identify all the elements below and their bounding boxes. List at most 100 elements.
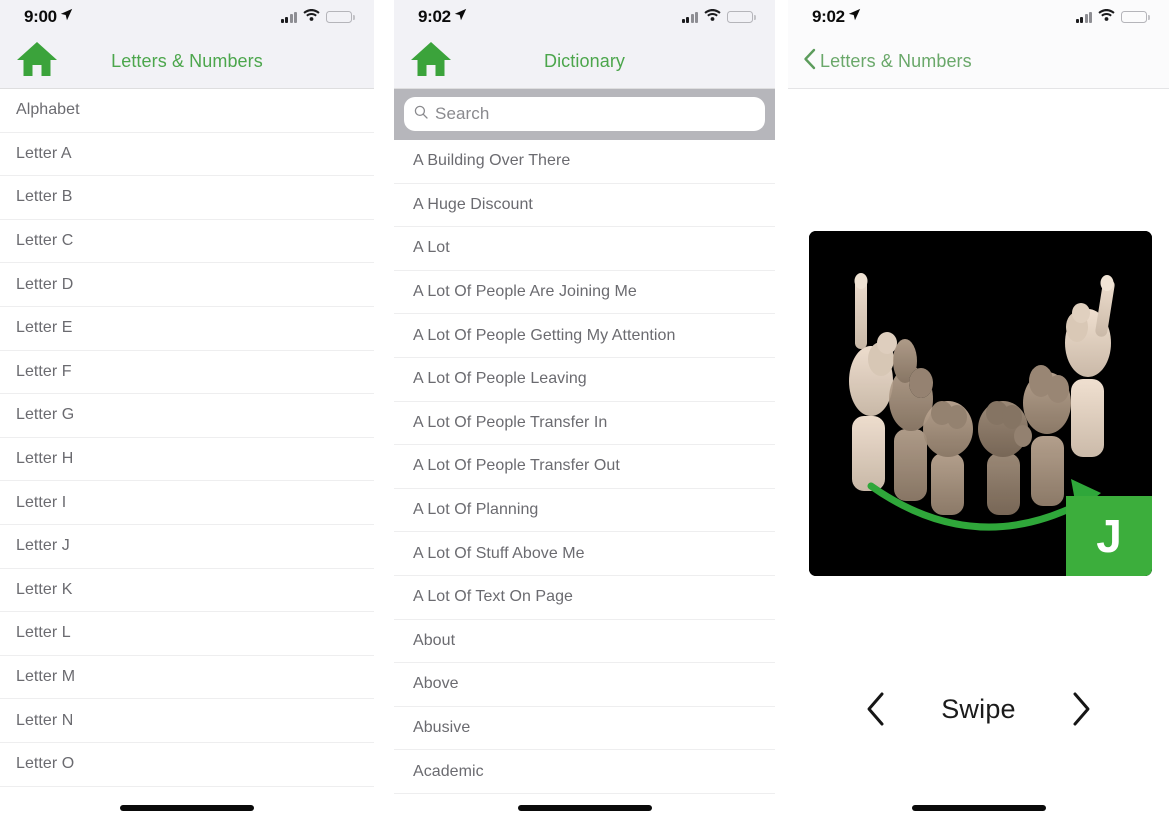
list-item[interactable]: A Lot Of Planning: [394, 488, 775, 533]
home-button[interactable]: [408, 41, 454, 81]
status-time-text: 9:02: [418, 7, 451, 26]
nav-bar: Letters & Numbers: [0, 34, 374, 89]
home-icon: [409, 40, 453, 83]
list-item-label: Academic: [413, 762, 484, 780]
list-item[interactable]: Letter N: [0, 699, 374, 743]
location-arrow-icon: [848, 6, 861, 26]
list-item-label: Letter I: [16, 493, 67, 511]
list-item[interactable]: Academic: [394, 750, 775, 794]
list-item-label: Letter F: [16, 362, 72, 380]
status-indicators: [280, 8, 355, 26]
list-item[interactable]: A Huge Discount: [394, 183, 775, 228]
list-item[interactable]: Letter D: [0, 263, 374, 307]
list-item[interactable]: A Lot Of People Are Joining Me: [394, 270, 775, 315]
wifi-icon: [704, 8, 721, 26]
list-item[interactable]: A Lot Of People Transfer In: [394, 401, 775, 446]
location-arrow-icon: [60, 6, 73, 26]
list-item[interactable]: Letter C: [0, 219, 374, 264]
list-item-label: Letter D: [16, 275, 74, 293]
screen-divider: [374, 0, 394, 824]
search-placeholder: Search: [435, 104, 490, 123]
list-item[interactable]: Letter E: [0, 306, 374, 351]
previous-button[interactable]: [859, 689, 893, 729]
list-item[interactable]: Letter I: [0, 481, 374, 525]
list-item[interactable]: A Lot: [394, 227, 775, 271]
chevron-right-icon: [1073, 692, 1090, 726]
status-indicators: [1075, 8, 1150, 26]
list-item-label: A Lot: [413, 239, 450, 257]
list-item[interactable]: Above: [394, 663, 775, 707]
list-item-label: Letter J: [16, 537, 70, 555]
list-item[interactable]: Letter J: [0, 524, 374, 569]
letters-list[interactable]: Alphabet Letter A Letter B Letter C Lett…: [0, 89, 374, 787]
list-item[interactable]: Letter B: [0, 176, 374, 220]
list-item-label: Letter L: [16, 624, 71, 642]
list-item[interactable]: Letter O: [0, 742, 374, 787]
detail-body: J Swipe: [788, 89, 1169, 823]
list-item-label: A Lot Of People Are Joining Me: [413, 283, 637, 301]
list-item[interactable]: Letter G: [0, 394, 374, 438]
list-item[interactable]: A Lot Of People Getting My Attention: [394, 314, 775, 358]
status-time: 9:00: [24, 7, 73, 27]
list-item[interactable]: Letter L: [0, 612, 374, 656]
list-item[interactable]: Letter F: [0, 350, 374, 395]
back-button[interactable]: Letters & Numbers: [803, 48, 972, 75]
status-indicators: [681, 8, 756, 26]
list-item[interactable]: A Lot Of People Transfer Out: [394, 445, 775, 489]
search-bar-container: Search: [394, 89, 775, 140]
list-item[interactable]: A Lot Of People Leaving: [394, 357, 775, 402]
list-item[interactable]: A Lot Of Text On Page: [394, 575, 775, 620]
list-item[interactable]: About: [394, 619, 775, 664]
search-input[interactable]: Search: [404, 97, 765, 131]
next-button[interactable]: [1064, 689, 1098, 729]
nav-bar: Dictionary: [394, 34, 775, 89]
list-item[interactable]: A Lot Of Stuff Above Me: [394, 532, 775, 576]
nav-bar: Letters & Numbers: [788, 34, 1169, 89]
list-item-label: Abusive: [413, 719, 471, 737]
list-item[interactable]: Letter K: [0, 568, 374, 613]
list-item[interactable]: Letter M: [0, 655, 374, 700]
sign-image-card[interactable]: J: [809, 231, 1152, 576]
cellular-signal-icon: [1075, 11, 1092, 23]
list-item[interactable]: Abusive: [394, 706, 775, 751]
wifi-icon: [303, 8, 320, 26]
list-item-label: Letter O: [16, 755, 75, 773]
three-phone-screenshots: 9:00 Letters & Numbers Alphabet Letter A…: [0, 0, 1169, 824]
list-item[interactable]: Letter A: [0, 132, 374, 177]
home-indicator: [394, 805, 775, 811]
cellular-signal-icon: [681, 11, 698, 23]
search-icon: [414, 105, 428, 124]
list-item-label: A Lot Of Text On Page: [413, 588, 573, 606]
list-item-label: Letter M: [16, 668, 76, 686]
status-time-text: 9:02: [812, 7, 845, 26]
list-item-label: Above: [413, 675, 459, 693]
list-item[interactable]: Letter H: [0, 437, 374, 482]
list-item-label: Letter G: [16, 406, 75, 424]
battery-low-power-icon: [326, 11, 355, 23]
screen-dictionary: 9:02 Dictionary Search A Building Over T…: [394, 0, 775, 824]
list-item-label: Letter N: [16, 711, 74, 729]
swipe-label: Swipe: [941, 693, 1016, 724]
chevron-left-icon: [803, 48, 816, 75]
swipe-controls: Swipe: [788, 689, 1169, 729]
list-item-label: Letter C: [16, 232, 74, 250]
back-button-label: Letters & Numbers: [820, 50, 972, 71]
home-icon: [15, 40, 59, 83]
list-item[interactable]: Alphabet: [0, 89, 374, 133]
list-item-label: A Lot Of People Leaving: [413, 370, 587, 388]
location-arrow-icon: [454, 6, 467, 26]
status-time: 9:02: [418, 7, 467, 27]
list-item[interactable]: A Building Over There: [394, 140, 775, 184]
home-indicator: [0, 805, 374, 811]
list-item-label: A Huge Discount: [413, 195, 533, 213]
cellular-signal-icon: [280, 11, 297, 23]
home-button[interactable]: [14, 41, 60, 81]
list-item-label: Letter B: [16, 188, 73, 206]
list-item-label: A Lot Of People Getting My Attention: [413, 326, 676, 344]
dictionary-list[interactable]: A Building Over There A Huge Discount A …: [394, 140, 775, 794]
status-bar: 9:02: [394, 0, 775, 34]
list-item-label: Letter A: [16, 144, 72, 162]
status-bar: 9:00: [0, 0, 374, 34]
wifi-icon: [1098, 8, 1115, 26]
status-time-text: 9:00: [24, 7, 57, 26]
